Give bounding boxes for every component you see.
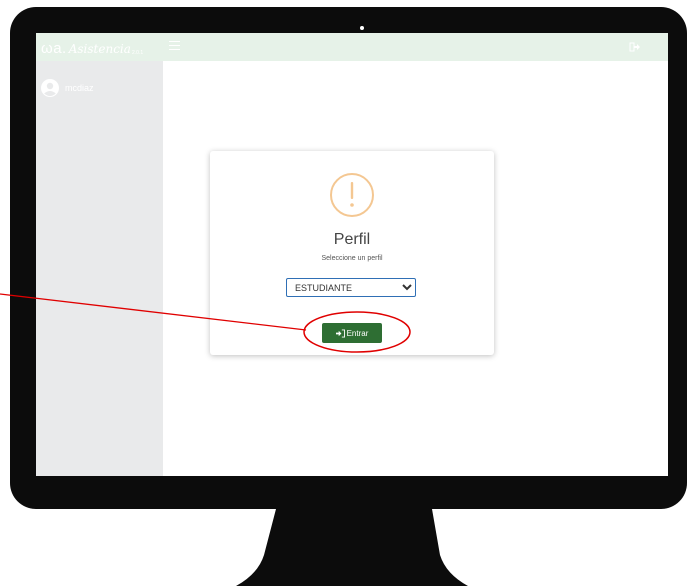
app-version: 2.0.1 xyxy=(132,50,144,56)
dialog-title: Perfil xyxy=(333,231,371,248)
sidebar-user[interactable]: mcdiaz xyxy=(41,79,94,97)
profile-dialog: Perfil Seleccione un perfil ESTUDIANTE E… xyxy=(210,151,494,355)
hamburger-menu-icon[interactable] xyxy=(169,41,180,51)
profile-select[interactable]: ESTUDIANTE xyxy=(286,278,416,297)
app-logo: ωa. Asistencia xyxy=(41,36,131,58)
sidebar: mcdiaz xyxy=(36,61,163,476)
warning-circle-icon xyxy=(330,173,374,217)
sign-out-icon[interactable] xyxy=(629,41,641,53)
logo-mark: ωa. xyxy=(41,40,67,57)
logo-script: Asistencia xyxy=(68,42,131,56)
username-label: mcdiaz xyxy=(65,83,94,93)
dialog-subtitle: Seleccione un perfil xyxy=(321,255,383,262)
enter-button-label: Entrar xyxy=(346,328,369,338)
enter-button[interactable]: Entrar xyxy=(322,323,382,343)
top-bar: ωa. Asistencia 2.0.1 xyxy=(36,33,668,61)
webcam-dot xyxy=(360,26,364,30)
app-screen: ωa. Asistencia 2.0.1 mcdiaz Perfil Selec… xyxy=(36,33,668,476)
sign-in-icon xyxy=(335,328,345,338)
user-avatar-icon xyxy=(41,79,59,97)
